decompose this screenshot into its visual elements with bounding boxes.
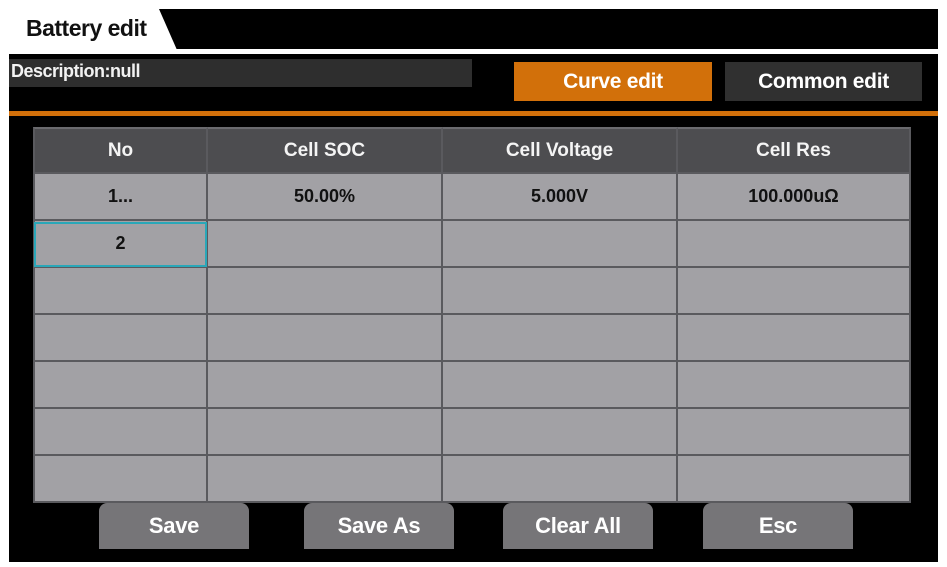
title-divider [9,49,938,54]
column-header-no: No [33,127,208,174]
accent-divider [9,111,938,116]
column-header-cell-soc: Cell SOC [208,127,443,174]
page-title: Battery edit [26,15,147,41]
battery-edit-screen: Battery edit Description:null Curve edit… [9,9,938,562]
description-field[interactable]: Description:null [9,59,472,87]
column-header-cell-voltage: Cell Voltage [443,127,678,174]
table-cell-soc[interactable] [208,268,443,315]
table-cell-res[interactable] [678,456,911,503]
table-cell-voltage[interactable] [443,362,678,409]
table-cell-soc[interactable] [208,221,443,268]
clear-all-button[interactable]: Clear All [503,503,653,549]
description-text: Description:null [11,61,141,81]
table-cell-res[interactable] [678,362,911,409]
common-edit-tab[interactable]: Common edit [725,62,922,101]
save-as-button[interactable]: Save As [304,503,454,549]
table-cell-voltage[interactable] [443,315,678,362]
esc-button[interactable]: Esc [703,503,853,549]
column-header-cell-res: Cell Res [678,127,911,174]
save-button[interactable]: Save [99,503,249,549]
table-cell-res[interactable]: 100.000uΩ [678,174,911,221]
table-cell-no-selected[interactable]: 2 [33,221,208,268]
table-cell-voltage[interactable] [443,221,678,268]
table-cell-no[interactable] [33,268,208,315]
table-cell-voltage[interactable] [443,409,678,456]
table-cell-soc[interactable]: 50.00% [208,174,443,221]
table-cell-voltage[interactable] [443,456,678,503]
table-cell-res[interactable] [678,268,911,315]
table-cell-no[interactable] [33,362,208,409]
curve-edit-tab[interactable]: Curve edit [514,62,712,101]
table-cell-soc[interactable] [208,409,443,456]
table-cell-res[interactable] [678,315,911,362]
table-cell-soc[interactable] [208,456,443,503]
battery-curve-table: No Cell SOC Cell Voltage Cell Res 1... 5… [33,127,911,503]
table-cell-no[interactable] [33,456,208,503]
table-cell-voltage[interactable] [443,268,678,315]
table-cell-soc[interactable] [208,315,443,362]
table-cell-no[interactable]: 1... [33,174,208,221]
table-cell-no[interactable] [33,315,208,362]
table-cell-res[interactable] [678,221,911,268]
table-cell-voltage[interactable]: 5.000V [443,174,678,221]
table-cell-no[interactable] [33,409,208,456]
table-cell-res[interactable] [678,409,911,456]
table-cell-soc[interactable] [208,362,443,409]
